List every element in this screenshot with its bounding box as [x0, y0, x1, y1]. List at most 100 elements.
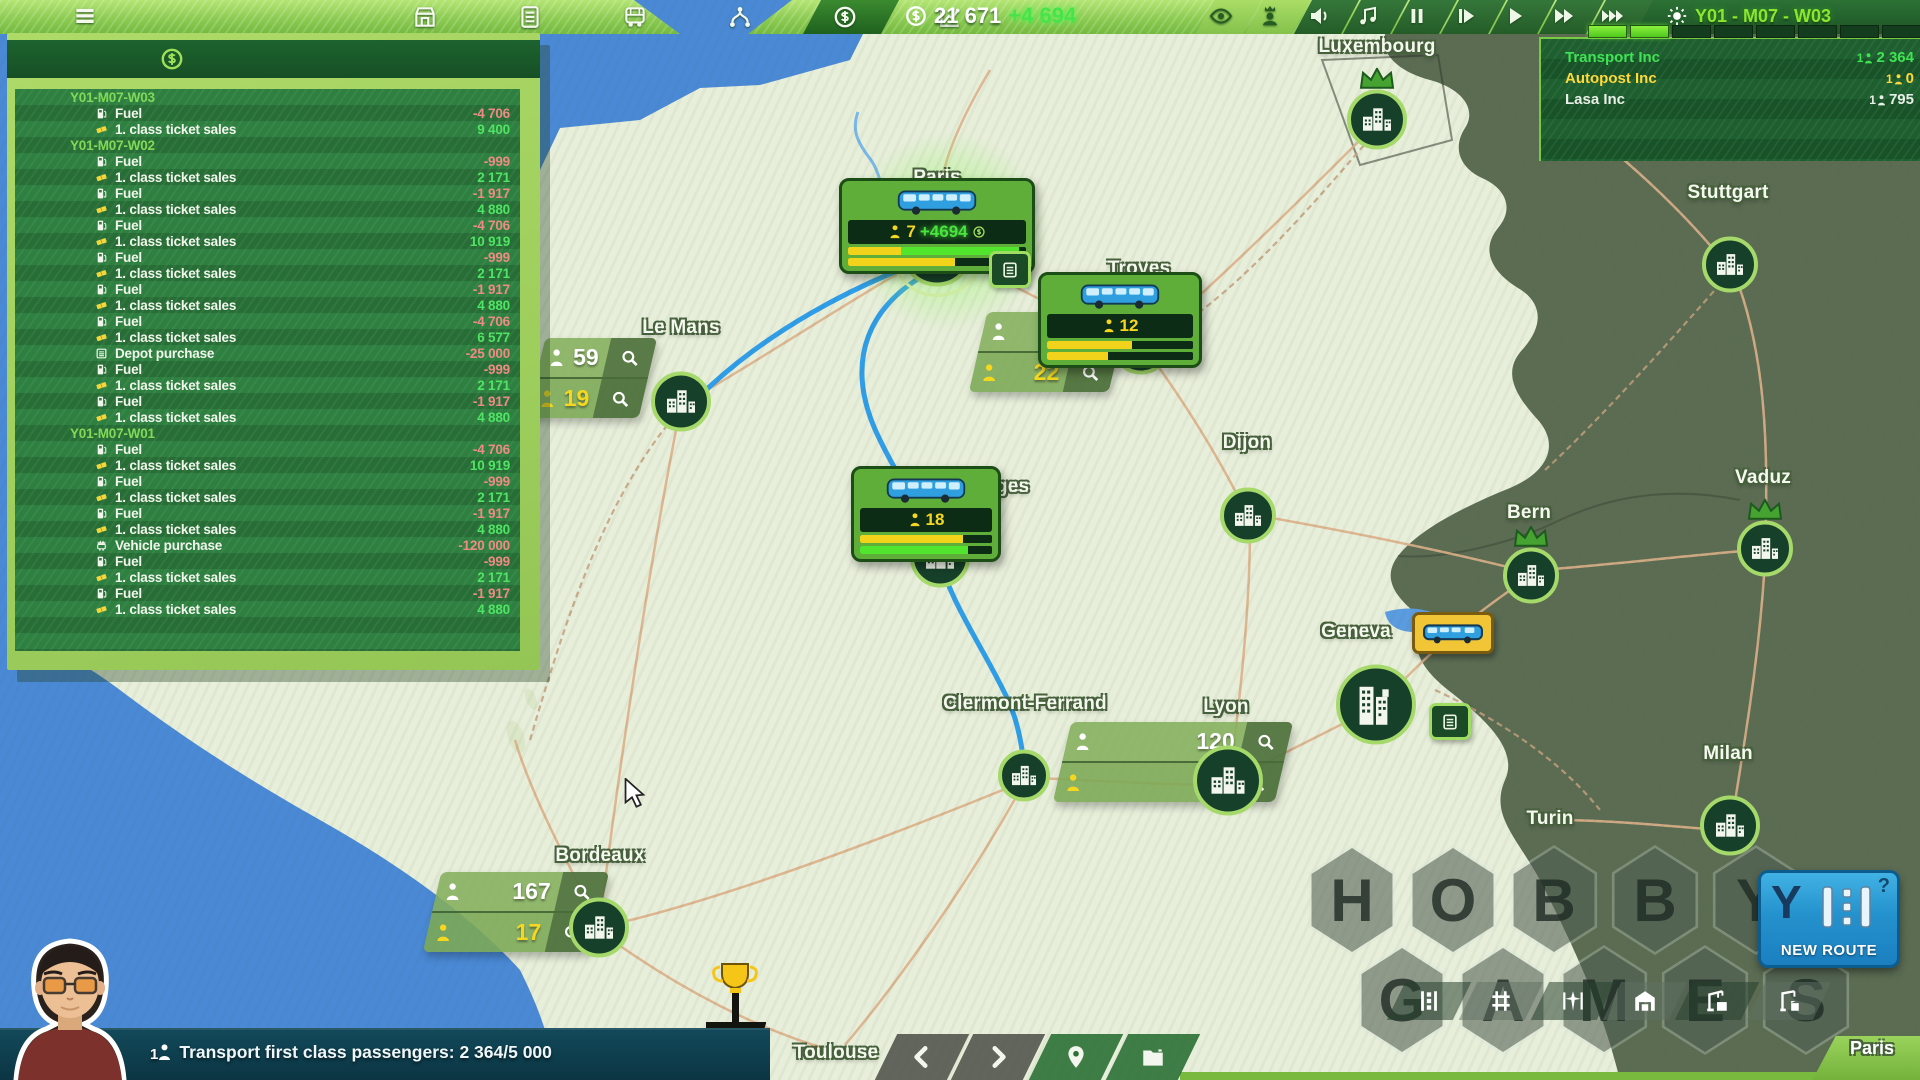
vehicle-stats: 12	[1047, 314, 1193, 338]
entry-value: 4 880	[477, 410, 510, 425]
ledger-entry: Vehicle purchase-120 000	[15, 537, 520, 553]
control-eye-button[interactable]	[1209, 4, 1235, 30]
person-icon	[908, 513, 922, 527]
vehicle-card-bourges-bus[interactable]: 18	[851, 466, 1001, 562]
entry-value: -25 000	[466, 346, 510, 361]
control-music-button[interactable]	[1356, 4, 1382, 30]
new-route-button[interactable]: Y ? NEW ROUTE	[1758, 870, 1900, 968]
toolbar-depot-button[interactable]	[412, 4, 438, 30]
entry-label: Depot purchase	[115, 346, 214, 361]
progress-bar	[1047, 341, 1193, 349]
ticket-icon	[95, 459, 110, 472]
ledger-entry: Fuel-4 706	[15, 105, 520, 121]
money-display: 21 671 +4 694	[905, 3, 1076, 29]
route-glyph: Y	[1771, 875, 1802, 929]
entry-value: -999	[484, 362, 510, 377]
money-delta: +4 694	[1008, 3, 1076, 29]
menu-icon	[72, 4, 98, 30]
control-play-button[interactable]	[1503, 4, 1529, 30]
entry-value: -1 917	[473, 586, 510, 601]
income-popup: +4694	[920, 222, 968, 242]
help-icon[interactable]: ?	[1878, 875, 1890, 898]
onboard-count: 18	[926, 510, 945, 530]
entry-value: 6 577	[477, 330, 510, 345]
week-segment	[1882, 25, 1920, 38]
control-competitors-button[interactable]	[1258, 4, 1284, 30]
vehicle-stats: 7+4694	[848, 220, 1026, 244]
entry-label: 1. class ticket sales	[115, 410, 236, 425]
entry-value: -120 000	[458, 538, 510, 553]
toolbar-bus-button[interactable]	[622, 4, 648, 30]
person-icon	[1893, 74, 1904, 85]
ledger-entry: 1. class ticket sales 10 919	[15, 457, 520, 473]
entry-value: 4 880	[477, 298, 510, 313]
leaderboard-row[interactable]: Transport Inc12 364	[1541, 47, 1920, 68]
objective-text: Transport first class passengers: 2 364/…	[179, 1042, 552, 1063]
company-name: Lasa Inc	[1565, 91, 1625, 108]
leaderboard-row[interactable]: Lasa Inc1795	[1541, 89, 1920, 110]
person-icon	[1863, 53, 1874, 64]
control-pause-button[interactable]	[1405, 4, 1431, 30]
ticket-icon	[95, 379, 110, 392]
bus-stops-icon	[1416, 988, 1442, 1014]
ledger-entry: Fuel-4 706	[15, 217, 520, 233]
week-segment	[1756, 25, 1795, 38]
entry-label: Fuel	[115, 218, 142, 233]
selected-depot-card-geneva[interactable]	[1412, 612, 1494, 654]
play-icon	[1503, 4, 1527, 28]
ledger-entry: 1. class ticket sales10 919	[15, 233, 520, 249]
route-bars-icon	[1819, 885, 1877, 934]
toolbar-finances-button[interactable]	[832, 4, 858, 30]
entry-label: 1. class ticket sales	[115, 234, 236, 249]
ticket-icon	[95, 571, 110, 584]
entry-value: 10 919	[470, 458, 510, 473]
toolbar-menu-button[interactable]	[72, 4, 98, 30]
week-segment	[1714, 25, 1753, 38]
document-icon	[517, 4, 543, 30]
vehicle-stats: 18	[860, 508, 992, 532]
bus-illustration	[1047, 279, 1193, 314]
ledger-entry: Fuel-1 917	[15, 393, 520, 409]
entry-label: Fuel	[115, 282, 142, 297]
new-route-label: NEW ROUTE	[1761, 942, 1897, 959]
entry-label: 1. class ticket sales	[115, 378, 236, 393]
toolbar-document-button[interactable]	[517, 4, 543, 30]
control-play-slow-button[interactable]	[1454, 4, 1480, 30]
ticket-icon	[95, 235, 110, 248]
entry-value: 4 880	[477, 522, 510, 537]
control-play-fast-button[interactable]	[1552, 4, 1578, 30]
onboard-count: 7	[906, 222, 915, 242]
entry-label: 1. class ticket sales	[115, 602, 236, 617]
toolbar-routes-button[interactable]	[727, 4, 753, 30]
entry-label: Fuel	[115, 474, 142, 489]
entry-value: -999	[484, 554, 510, 569]
station-ledger-button-geneva[interactable]	[1429, 703, 1471, 740]
entry-value: -999	[484, 474, 510, 489]
sound-icon	[1307, 4, 1331, 28]
fuel-icon	[95, 587, 110, 600]
ledger-entry: 1. class ticket sales4 880	[15, 297, 520, 313]
entry-label: Fuel	[115, 314, 142, 329]
station-ledger-button-paris[interactable]	[989, 251, 1031, 288]
ledger-entry: Fuel-4 706	[15, 441, 520, 457]
ticket-icon	[95, 523, 110, 536]
entry-value: -4 706	[473, 314, 510, 329]
objective: 1 Transport first class passengers: 2 36…	[150, 1042, 552, 1063]
entry-label: 1. class ticket sales	[115, 266, 236, 281]
fuel-icon	[95, 555, 110, 568]
music-icon	[1356, 4, 1380, 28]
leaderboard-row[interactable]: Autopost Inc10	[1541, 68, 1920, 89]
fuel-icon	[95, 443, 110, 456]
entry-label: 1. class ticket sales	[115, 570, 236, 585]
coin-icon	[905, 5, 927, 27]
vehicle-card-troyes-bus[interactable]: 12	[1038, 272, 1202, 368]
ticket-icon	[95, 203, 110, 216]
ledger-section-header: Y01-M07-W02	[15, 137, 520, 153]
first-class-passenger-icon: 1	[1886, 73, 1904, 85]
chevron-right-icon	[985, 1044, 1011, 1070]
control-sound-button[interactable]	[1307, 4, 1333, 30]
advisor-avatar[interactable]	[6, 928, 134, 1080]
entry-label: 1. class ticket sales	[115, 458, 236, 473]
finances-icon	[972, 225, 986, 239]
entry-value: -1 917	[473, 394, 510, 409]
